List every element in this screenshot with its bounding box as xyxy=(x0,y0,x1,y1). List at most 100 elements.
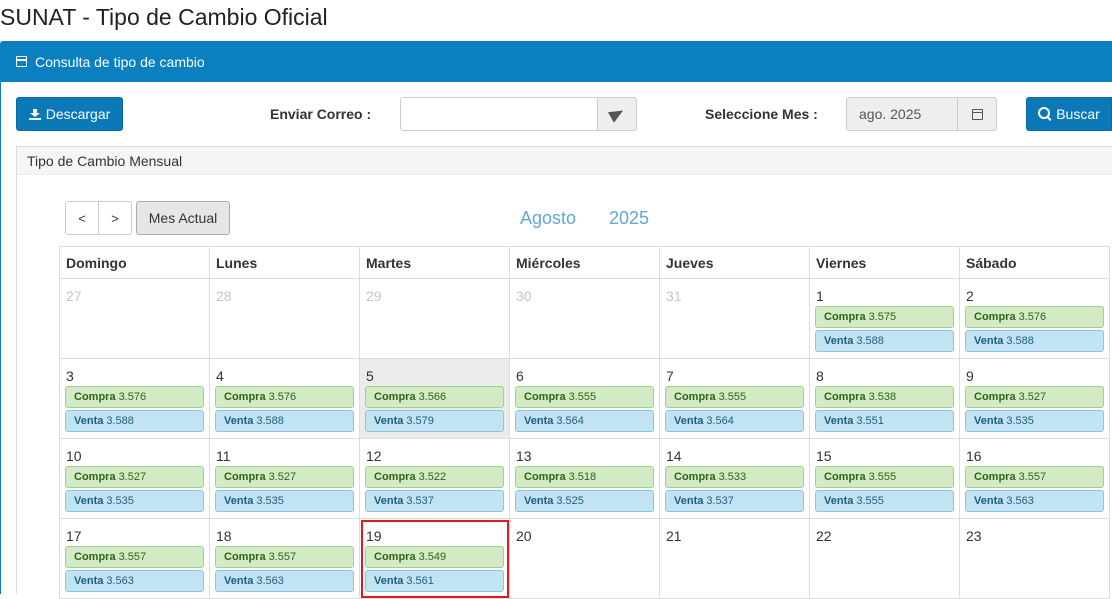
sell-rate-badge[interactable]: Venta 3.535 xyxy=(215,490,354,512)
buy-rate-badge[interactable]: Compra 3.555 xyxy=(665,386,804,408)
buy-rate-value: 3.557 xyxy=(268,551,297,563)
buy-rate-label: Compra xyxy=(674,471,716,483)
sell-rate-badge[interactable]: Venta 3.563 xyxy=(965,490,1104,512)
sell-rate-badge[interactable]: Venta 3.588 xyxy=(965,330,1104,352)
calendar-day-cell[interactable]: 28 xyxy=(209,278,360,359)
calendar-day-cell[interactable]: 9 Compra 3.527 Venta 3.535 xyxy=(959,358,1110,439)
sell-rate-badge[interactable]: Venta 3.535 xyxy=(65,490,204,512)
buy-rate-badge[interactable]: Compra 3.576 xyxy=(215,386,354,408)
month-label: Seleccione Mes : xyxy=(705,106,818,122)
calendar-day-cell[interactable]: 13 Compra 3.518 Venta 3.525 xyxy=(509,438,660,519)
calendar-day-cell[interactable]: 16 Compra 3.557 Venta 3.563 xyxy=(959,438,1110,519)
buy-rate-value: 3.533 xyxy=(718,471,747,483)
calendar-day-cell[interactable]: 11 Compra 3.527 Venta 3.535 xyxy=(209,438,360,519)
calendar-day-cell[interactable]: 19 Compra 3.549 Venta 3.561 xyxy=(359,518,510,599)
next-month-button[interactable]: > xyxy=(98,201,132,235)
buy-rate-badge[interactable]: Compra 3.575 xyxy=(815,306,954,328)
search-icon xyxy=(1038,107,1051,119)
buy-rate-badge[interactable]: Compra 3.576 xyxy=(65,386,204,408)
download-button[interactable]: Descargar xyxy=(16,97,123,131)
buy-rate-badge[interactable]: Compra 3.557 xyxy=(965,466,1104,488)
calendar-day-cell[interactable]: 23 xyxy=(959,518,1110,599)
calendar-day-cell[interactable]: 17 Compra 3.557 Venta 3.563 xyxy=(59,518,210,599)
sell-rate-badge[interactable]: Venta 3.535 xyxy=(965,410,1104,432)
calendar-day-cell[interactable]: 21 xyxy=(659,518,810,599)
buy-rate-badge[interactable]: Compra 3.549 xyxy=(365,546,504,568)
sell-rate-value: 3.535 xyxy=(106,495,134,507)
sell-rate-badge[interactable]: Venta 3.537 xyxy=(365,490,504,512)
calendar-day-cell[interactable]: 18 Compra 3.557 Venta 3.563 xyxy=(209,518,360,599)
search-button[interactable]: Buscar xyxy=(1026,97,1112,131)
sell-rate-badge[interactable]: Venta 3.563 xyxy=(215,570,354,592)
calendar-day-cell[interactable]: 12 Compra 3.522 Venta 3.537 xyxy=(359,438,510,519)
sell-rate-badge[interactable]: Venta 3.563 xyxy=(65,570,204,592)
sell-rate-value: 3.555 xyxy=(856,495,884,507)
sell-rate-value: 3.564 xyxy=(556,415,584,427)
sell-rate-label: Venta xyxy=(824,335,854,347)
panel-heading: Consulta de tipo de cambio xyxy=(0,41,1112,82)
calendar-day-cell[interactable]: 7 Compra 3.555 Venta 3.564 xyxy=(659,358,810,439)
send-email-button[interactable] xyxy=(597,97,637,131)
calendar-day-cell[interactable]: 20 xyxy=(509,518,660,599)
buy-rate-value: 3.518 xyxy=(568,471,597,483)
day-number: 30 xyxy=(516,288,532,304)
calendar-month-title: Agosto xyxy=(520,208,577,228)
calendar-day-cell[interactable]: 3 Compra 3.576 Venta 3.588 xyxy=(59,358,210,439)
sell-rate-badge[interactable]: Venta 3.588 xyxy=(215,410,354,432)
sell-rate-value: 3.579 xyxy=(406,415,434,427)
sell-rate-badge[interactable]: Venta 3.561 xyxy=(365,570,504,592)
buy-rate-badge[interactable]: Compra 3.557 xyxy=(65,546,204,568)
sell-rate-badge[interactable]: Venta 3.588 xyxy=(815,330,954,352)
calendar-day-cell[interactable]: 2 Compra 3.576 Venta 3.588 xyxy=(959,278,1110,359)
calendar-icon xyxy=(16,56,27,67)
month-picker-button[interactable] xyxy=(957,97,997,131)
buy-rate-badge[interactable]: Compra 3.555 xyxy=(515,386,654,408)
sell-rate-badge[interactable]: Venta 3.588 xyxy=(65,410,204,432)
email-input[interactable] xyxy=(400,97,598,131)
buy-rate-badge[interactable]: Compra 3.522 xyxy=(365,466,504,488)
calendar-day-cell[interactable]: 31 xyxy=(659,278,810,359)
buy-rate-badge[interactable]: Compra 3.533 xyxy=(665,466,804,488)
calendar-day-cell[interactable]: 30 xyxy=(509,278,660,359)
calendar-day-cell[interactable]: 14 Compra 3.533 Venta 3.537 xyxy=(659,438,810,519)
prev-month-button[interactable]: < xyxy=(65,201,99,235)
buy-rate-badge[interactable]: Compra 3.557 xyxy=(215,546,354,568)
buy-rate-badge[interactable]: Compra 3.518 xyxy=(515,466,654,488)
sell-rate-badge[interactable]: Venta 3.564 xyxy=(665,410,804,432)
calendar-body: 27 28 29 30 31 1 Compra 3.575 Venta 3.588 2 Compra 3… xyxy=(59,278,1110,599)
sell-rate-label: Venta xyxy=(974,415,1004,427)
buy-rate-badge[interactable]: Compra 3.527 xyxy=(215,466,354,488)
sell-rate-badge[interactable]: Venta 3.525 xyxy=(515,490,654,512)
day-number: 2 xyxy=(966,288,974,304)
month-select-input[interactable]: ago. 2025 xyxy=(846,97,958,131)
buy-rate-label: Compra xyxy=(224,471,266,483)
calendar-week-row: 3 Compra 3.576 Venta 3.588 4 Compra 3.576 Venta 3… xyxy=(59,358,1110,439)
sell-rate-badge[interactable]: Venta 3.551 xyxy=(815,410,954,432)
sell-rate-badge[interactable]: Venta 3.555 xyxy=(815,490,954,512)
calendar-day-cell[interactable]: 5 Compra 3.566 Venta 3.579 xyxy=(359,358,510,439)
calendar-day-cell[interactable]: 6 Compra 3.555 Venta 3.564 xyxy=(509,358,660,439)
calendar-day-cell[interactable]: 10 Compra 3.527 Venta 3.535 xyxy=(59,438,210,519)
calendar-day-cell[interactable]: 8 Compra 3.538 Venta 3.551 xyxy=(809,358,960,439)
buy-rate-badge[interactable]: Compra 3.566 xyxy=(365,386,504,408)
buy-rate-value: 3.566 xyxy=(418,391,447,403)
calendar-day-cell[interactable]: 22 xyxy=(809,518,960,599)
sell-rate-label: Venta xyxy=(374,575,404,587)
calendar-day-cell[interactable]: 27 xyxy=(59,278,210,359)
sell-rate-badge[interactable]: Venta 3.579 xyxy=(365,410,504,432)
calendar-day-cell[interactable]: 4 Compra 3.576 Venta 3.588 xyxy=(209,358,360,439)
buy-rate-badge[interactable]: Compra 3.576 xyxy=(965,306,1104,328)
current-month-button[interactable]: Mes Actual xyxy=(136,201,230,235)
sell-rate-value: 3.588 xyxy=(106,415,134,427)
calendar-day-cell[interactable]: 29 xyxy=(359,278,510,359)
sell-rate-value: 3.588 xyxy=(256,415,284,427)
calendar-day-cell[interactable]: 1 Compra 3.575 Venta 3.588 xyxy=(809,278,960,359)
buy-rate-badge[interactable]: Compra 3.527 xyxy=(965,386,1104,408)
buy-rate-badge[interactable]: Compra 3.527 xyxy=(65,466,204,488)
sell-rate-badge[interactable]: Venta 3.564 xyxy=(515,410,654,432)
buy-rate-badge[interactable]: Compra 3.538 xyxy=(815,386,954,408)
day-number: 3 xyxy=(66,368,74,384)
buy-rate-badge[interactable]: Compra 3.555 xyxy=(815,466,954,488)
calendar-day-cell[interactable]: 15 Compra 3.555 Venta 3.555 xyxy=(809,438,960,519)
sell-rate-badge[interactable]: Venta 3.537 xyxy=(665,490,804,512)
